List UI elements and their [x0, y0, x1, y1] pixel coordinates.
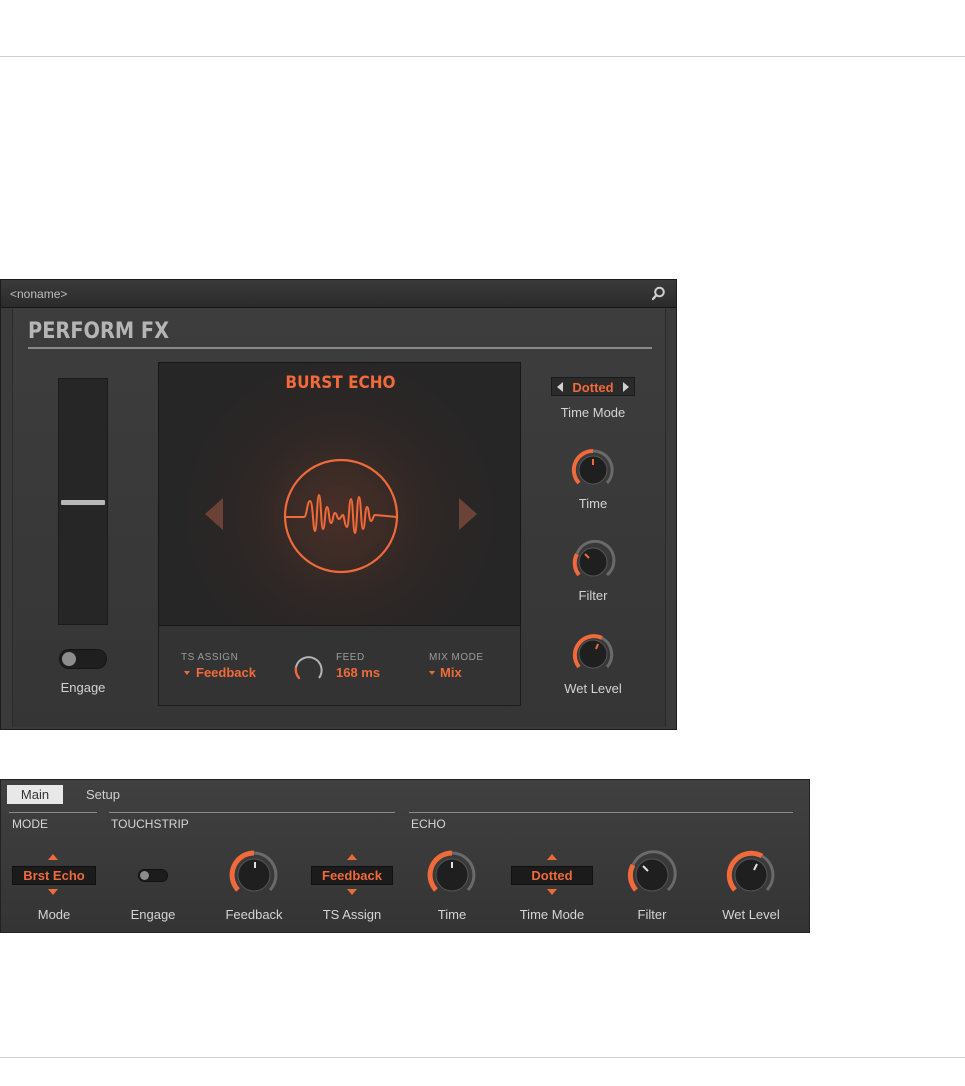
- top-rule: [0, 56, 965, 57]
- wet-level-label: Wet Level: [722, 907, 780, 922]
- plugin-body: PERFORM FX Engage BURST ECHO TS ASSIGN F…: [12, 309, 666, 727]
- touchstrip-section-line: [109, 812, 395, 813]
- engage-toggle[interactable]: [138, 869, 168, 882]
- mode-up-arrow-icon[interactable]: [48, 854, 58, 860]
- feedback-label: Feedback: [225, 907, 283, 922]
- toggle-thumb: [140, 871, 149, 880]
- time-label: Time: [578, 496, 608, 511]
- feed-label: FEED: [336, 652, 365, 663]
- feedback-knob[interactable]: [226, 847, 282, 903]
- perform-fx-plugin: <noname> PERFORM FX Engage BURST ECHO TS…: [0, 279, 677, 730]
- feed-knob[interactable]: [292, 650, 326, 684]
- fx-parameter-bar: TS ASSIGN Feedback FEED 168 ms MIX MODE …: [158, 626, 521, 706]
- mix-mode-value[interactable]: Mix: [440, 665, 462, 680]
- mode-section-line: [9, 812, 97, 813]
- bottom-rule: [0, 1057, 965, 1058]
- waveform-emblem-icon: [283, 458, 399, 574]
- time-mode-up-arrow-icon[interactable]: [547, 854, 557, 860]
- engage-toggle[interactable]: [59, 649, 107, 669]
- search-icon[interactable]: [651, 286, 666, 301]
- plugin-title: PERFORM FX: [28, 319, 170, 344]
- ts-assign-selector[interactable]: Feedback: [311, 866, 393, 885]
- mode-section-label: MODE: [12, 817, 48, 831]
- ts-assign-value[interactable]: Feedback: [196, 665, 256, 680]
- time-mode-selector[interactable]: Dotted: [551, 377, 635, 396]
- controller-strip: Main Setup MODE TOUCHSTRIP ECHO Brst Ech…: [0, 779, 810, 933]
- mix-mode-label: MIX MODE: [429, 652, 484, 663]
- time-mode-label: Time Mode: [519, 907, 585, 922]
- engage-label: Engage: [130, 907, 176, 922]
- ts-assign-down-arrow-icon[interactable]: [347, 889, 357, 895]
- touchstrip-section-label: TOUCHSTRIP: [111, 817, 189, 831]
- fx-display: BURST ECHO: [158, 362, 521, 626]
- wet-level-knob[interactable]: [723, 847, 779, 903]
- feed-value: 168 ms: [336, 665, 381, 680]
- toggle-thumb: [62, 652, 76, 666]
- dropdown-caret-icon: [184, 671, 190, 675]
- fader-handle[interactable]: [61, 500, 105, 505]
- wet-level-label: Wet Level: [564, 681, 622, 696]
- touchstrip-fader[interactable]: [58, 378, 108, 625]
- filter-knob[interactable]: [624, 847, 680, 903]
- mode-label: Mode: [37, 907, 71, 922]
- echo-section-line: [409, 812, 793, 813]
- ts-assign-label: TS ASSIGN: [181, 652, 239, 663]
- mode-down-arrow-icon[interactable]: [48, 889, 58, 895]
- time-mode-selector[interactable]: Dotted: [511, 866, 593, 885]
- filter-knob[interactable]: [568, 537, 618, 587]
- time-mode-down-arrow-icon[interactable]: [547, 889, 557, 895]
- prev-arrow-icon[interactable]: [205, 498, 225, 530]
- time-label: Time: [437, 907, 467, 922]
- time-mode-value: Dotted: [572, 380, 614, 395]
- preset-name[interactable]: <noname>: [10, 287, 67, 301]
- time-mode-label: Time Mode: [560, 405, 626, 420]
- tab-setup[interactable]: Setup: [86, 787, 120, 802]
- dropdown-caret-icon: [429, 671, 435, 675]
- fx-name: BURST ECHO: [285, 373, 396, 393]
- time-knob[interactable]: [568, 445, 618, 495]
- ts-assign-up-arrow-icon[interactable]: [347, 854, 357, 860]
- title-divider: [28, 347, 652, 349]
- filter-label: Filter: [578, 588, 608, 603]
- plugin-header: <noname>: [1, 280, 676, 308]
- right-arrow-icon[interactable]: [623, 382, 629, 392]
- mode-selector[interactable]: Brst Echo: [12, 866, 96, 885]
- next-arrow-icon[interactable]: [457, 498, 477, 530]
- engage-label: Engage: [60, 680, 106, 695]
- tab-main[interactable]: Main: [7, 785, 63, 804]
- filter-label: Filter: [637, 907, 667, 922]
- echo-section-label: ECHO: [411, 817, 446, 831]
- wet-level-knob[interactable]: [568, 629, 618, 679]
- time-knob[interactable]: [424, 847, 480, 903]
- ts-assign-label: TS Assign: [322, 907, 382, 922]
